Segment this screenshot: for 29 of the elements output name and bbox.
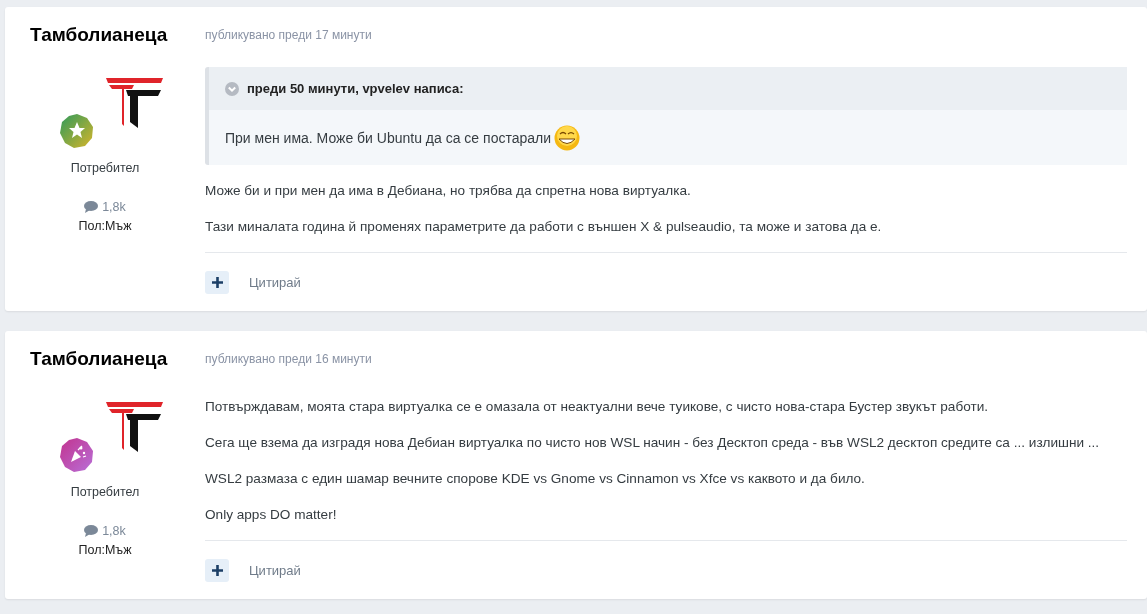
speech-bubble-icon [84,525,99,537]
quote-link[interactable]: Цитирай [249,275,301,290]
plus-button[interactable] [205,559,229,582]
post-paragraph: Потвърждавам, моята стара виртуалка се е омазала от неактуални вече туикове, с чисто нова-стара Бустер звукът работи. [205,398,990,416]
quote-citation: преди 50 минути, vpvelev написа: [247,81,464,96]
post-paragraph: Тази миналата година й променях параметрите да работи с външен X & pulseaudio, та може и затова да е. [205,218,883,236]
gender-field: Пол:Мъж [78,541,132,559]
author-name[interactable]: Тамболианеца [30,21,168,49]
quote-link[interactable]: Цитирай [249,563,301,578]
post-paragraph: Сега ще взема да изградя нова Дебиан виртуалка по чисто нов WSL начин - без Десктоп среда - във WSL2 десктоп средите са ... излишни ... [205,434,1101,452]
plus-button[interactable] [205,271,229,294]
post-count: 1,8k [102,199,126,216]
post-paragraph: WSL2 размаза с един шамар вечните спорове KDE vs Gnome vs Cinnamon vs Xfce vs каквото и да било. [205,470,866,488]
user-role: Потребител [70,160,140,177]
post-date[interactable]: публикувано преди 16 минути [205,345,1127,373]
speech-bubble-icon [84,201,99,213]
plus-icon [211,277,223,288]
post-paragraph: Only apps DO matter! [205,506,338,524]
t-logo-icon [106,78,163,128]
t-logo-icon [106,402,163,452]
quote-text: При мен има. Може би Ubuntu да са се постарали [225,129,552,146]
author-name[interactable]: Тамболианеца [30,345,168,373]
post-paragraph: Може би и при мен да има в Дебиана, но трябва да спретна нова виртуалка. [205,182,692,200]
collapse-icon [225,81,239,96]
user-role: Потребител [70,484,140,501]
post-date[interactable]: публикувано преди 17 минути [205,21,1127,49]
post-count: 1,8k [102,523,126,540]
plus-icon [211,565,223,576]
gender-field: Пол:Мъж [78,217,132,235]
